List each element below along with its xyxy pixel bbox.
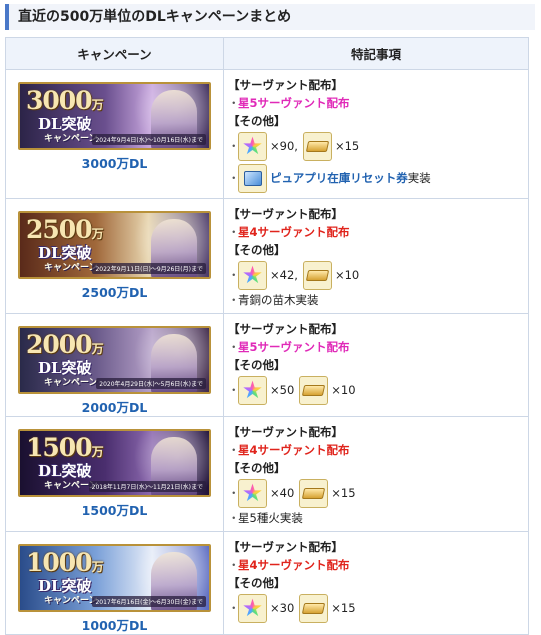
item-count: ×42, (270, 268, 298, 282)
bullet: ・ (228, 340, 240, 354)
table-row: 1000万 DL突破 キャンペーン 2017年6月16日(金)～6月30日(金)… (5, 531, 529, 635)
servant-gift: 星4サーヴァント配布 (238, 558, 350, 572)
item-count: ×10 (334, 268, 360, 282)
rainbow-star-icon: ★ (238, 593, 267, 623)
other-label: 【その他】 (228, 461, 286, 475)
notes-cell: 【サーヴァント配布】 ・星5サーヴァント配布 【その他】 ・ ★ ×90, ×1… (223, 69, 529, 199)
download-count: 2000万DL (81, 400, 148, 415)
campaign-banner-image[interactable]: 2500万 DL突破 キャンペーン 2022年9月11日(日)～9月26日(月)… (18, 211, 211, 279)
item-count: ×15 (331, 601, 356, 615)
other-label: 【その他】 (228, 114, 286, 128)
servant-label: 【サーヴァント配布】 (228, 78, 343, 92)
servant-gift: 星5サーヴァント配布 (238, 96, 350, 110)
item-count: ×10 (331, 383, 356, 397)
item-count: ×15 (334, 139, 360, 153)
other-label: 【その他】 (228, 576, 286, 590)
bullet: ・ (228, 601, 240, 615)
campaign-cell: 3000万 DL突破 キャンペーン 2024年9月4日(水)～10月16日(水)… (5, 69, 224, 199)
reset-ticket-link[interactable]: ピュアプリ在庫リセット券 (270, 171, 408, 185)
bullet: ・ (228, 225, 240, 239)
gold-ingot-icon (299, 593, 329, 623)
servant-gift: 星4サーヴァント配布 (238, 225, 350, 239)
table-row: 3000万 DL突破 キャンペーン 2024年9月4日(水)～10月16日(水)… (5, 69, 529, 199)
bullet: ・ (228, 268, 240, 282)
campaign-cell: 2500万 DL突破 キャンペーン 2022年9月11日(日)～9月26日(月)… (5, 198, 224, 314)
ticket-icon (238, 163, 267, 193)
servant-label: 【サーヴァント配布】 (228, 207, 343, 221)
servant-label: 【サーヴァント配布】 (228, 322, 343, 336)
item-count: ×90, (270, 139, 298, 153)
bullet: ・ (228, 96, 240, 110)
extra-note: 星5種火実装 (238, 511, 303, 525)
rainbow-star-icon: ★ (238, 478, 267, 508)
rainbow-star-icon: ★ (238, 131, 267, 161)
banner-period: 2022年9月11日(日)～9月26日(月)まで (92, 263, 206, 274)
servant-gift: 星4サーヴァント配布 (238, 443, 350, 457)
item-count: ×50 (270, 383, 295, 397)
bullet: ・ (228, 558, 240, 572)
banner-title: 1500万 (26, 433, 104, 462)
banner-subtitle-2: キャンペーン (44, 378, 98, 388)
extra-suffix: 実装 (407, 171, 431, 185)
column-header-notes: 特記事項 (223, 37, 529, 70)
notes-cell: 【サーヴァント配布】 ・星5サーヴァント配布 【その他】 ・ ★ ×50 ×10 (223, 313, 529, 417)
campaign-banner-image[interactable]: 1500万 DL突破 キャンペーン 2018年11月7日(水)～11月21日(水… (18, 429, 211, 497)
other-label: 【その他】 (228, 243, 286, 257)
campaign-banner-image[interactable]: 2000万 DL突破 キャンペーン 2020年4月29日(水)～5月6日(水)ま… (18, 326, 211, 394)
campaign-cell: 1500万 DL突破 キャンペーン 2018年11月7日(水)～11月21日(水… (5, 416, 224, 532)
servant-label: 【サーヴァント配布】 (228, 540, 343, 554)
campaign-cell: 1000万 DL突破 キャンペーン 2017年6月16日(金)～6月30日(金)… (5, 531, 224, 635)
campaign-table: キャンペーン 特記事項 3000万 DL突破 キャンペーン 2024年9月4日(… (5, 37, 529, 635)
download-count: 1000万DL (81, 618, 148, 633)
bullet: ・ (228, 171, 240, 185)
banner-period: 2020年4月29日(水)～5月6日(水)まで (96, 378, 206, 389)
banner-subtitle-2: キャンペーン (44, 596, 98, 606)
notes-cell: 【サーヴァント配布】 ・星4サーヴァント配布 【その他】 ・ ★ ×42, ×1… (223, 198, 529, 314)
download-count: 3000万DL (81, 156, 148, 171)
banner-period: 2018年11月7日(水)～11月21日(水)まで (88, 481, 206, 492)
servant-gift: 星5サーヴァント配布 (238, 340, 350, 354)
campaign-banner-image[interactable]: 3000万 DL突破 キャンペーン 2024年9月4日(水)～10月16日(水)… (18, 82, 211, 150)
table-row: 2000万 DL突破 キャンペーン 2020年4月29日(水)～5月6日(水)ま… (5, 313, 529, 417)
section-heading: 直近の500万単位のDLキャンペーンまとめ (5, 4, 535, 30)
banner-title: 1000万 (26, 548, 104, 577)
gold-ingot-icon (302, 131, 332, 161)
extra-note: 青銅の苗木実装 (238, 293, 319, 307)
gold-ingot-icon (299, 375, 329, 405)
bullet: ・ (228, 139, 240, 153)
banner-subtitle-2: キャンペーン (44, 134, 98, 144)
banner-period: 2017年6月16日(金)～6月30日(金)まで (92, 596, 206, 607)
banner-title: 3000万 (26, 86, 104, 115)
banner-title: 2500万 (26, 215, 104, 244)
bullet: ・ (228, 486, 240, 500)
bullet: ・ (228, 293, 240, 307)
banner-period: 2024年9月4日(水)～10月16日(水)まで (92, 134, 206, 145)
gold-ingot-icon (299, 478, 329, 508)
download-count: 1500万DL (81, 503, 148, 518)
campaign-cell: 2000万 DL突破 キャンペーン 2020年4月29日(水)～5月6日(水)ま… (5, 313, 224, 417)
download-count: 2500万DL (81, 285, 148, 300)
servant-label: 【サーヴァント配布】 (228, 425, 343, 439)
column-header-campaign: キャンペーン (5, 37, 224, 70)
item-count: ×40 (270, 486, 295, 500)
rainbow-star-icon: ★ (238, 260, 267, 290)
rainbow-star-icon: ★ (238, 375, 267, 405)
banner-subtitle-2: キャンペーン (44, 263, 98, 273)
bullet: ・ (228, 511, 240, 525)
item-count: ×15 (331, 486, 356, 500)
table-row: 1500万 DL突破 キャンペーン 2018年11月7日(水)～11月21日(水… (5, 416, 529, 532)
campaign-banner-image[interactable]: 1000万 DL突破 キャンペーン 2017年6月16日(金)～6月30日(金)… (18, 544, 211, 612)
bullet: ・ (228, 443, 240, 457)
table-header-row: キャンペーン 特記事項 (5, 37, 529, 70)
table-row: 2500万 DL突破 キャンペーン 2022年9月11日(日)～9月26日(月)… (5, 198, 529, 314)
notes-cell: 【サーヴァント配布】 ・星4サーヴァント配布 【その他】 ・ ★ ×40 ×15… (223, 416, 529, 532)
banner-title: 2000万 (26, 330, 104, 359)
gold-ingot-icon (302, 260, 332, 290)
other-label: 【その他】 (228, 358, 286, 372)
bullet: ・ (228, 383, 240, 397)
notes-cell: 【サーヴァント配布】 ・星4サーヴァント配布 【その他】 ・ ★ ×30 ×15 (223, 531, 529, 635)
item-count: ×30 (270, 601, 295, 615)
